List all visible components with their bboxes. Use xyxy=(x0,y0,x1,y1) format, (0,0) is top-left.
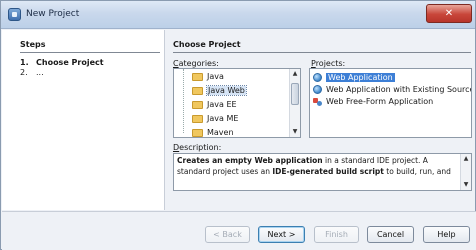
step-next: 2.... xyxy=(20,68,44,77)
folder-icon xyxy=(192,100,203,109)
folder-icon xyxy=(192,114,203,123)
netbeans-app-icon xyxy=(8,8,21,21)
panel-divider xyxy=(173,52,471,53)
globe-icon xyxy=(313,73,322,82)
description-area[interactable]: Creates an empty Web application in a st… xyxy=(173,153,472,191)
scroll-up-icon[interactable]: ▲ xyxy=(461,154,471,164)
step-label: Choose Project xyxy=(36,58,104,67)
cancel-button[interactable]: Cancel xyxy=(367,226,414,243)
scroll-down-icon[interactable]: ▼ xyxy=(461,180,471,190)
description-label: Description: xyxy=(173,143,222,152)
folder-icon xyxy=(192,128,203,137)
scroll-down-icon[interactable]: ▼ xyxy=(290,127,300,137)
next-button[interactable]: Next > xyxy=(258,226,305,243)
window-title: New Project xyxy=(26,9,80,19)
scroll-up-icon[interactable]: ▲ xyxy=(290,69,300,79)
categories-label: Categories: xyxy=(173,59,219,68)
step-number: 2. xyxy=(20,68,28,77)
category-item[interactable]: Maven xyxy=(178,126,234,137)
close-icon: ✕ xyxy=(444,8,454,19)
step-number: 1. xyxy=(20,58,29,67)
panel-title: Choose Project xyxy=(173,40,241,49)
projects-list[interactable]: Web Application Web Application with Exi… xyxy=(309,68,472,138)
step-label: ... xyxy=(36,68,44,77)
category-item[interactable]: Java ME xyxy=(178,112,238,126)
categories-tree[interactable]: Java Java Web Java EE Java ME Maven ▲ ▼ xyxy=(173,68,301,138)
back-button[interactable]: < Back xyxy=(205,226,250,243)
folder-icon xyxy=(192,86,203,95)
new-project-dialog: New Project ✕ Steps 1. Choose Project 2..… xyxy=(0,0,476,250)
category-item[interactable]: Java EE xyxy=(178,98,237,112)
scroll-thumb[interactable] xyxy=(291,83,299,105)
categories-scrollbar[interactable]: ▲ ▼ xyxy=(289,69,300,137)
steps-panel: Steps 1. Choose Project 2.... xyxy=(2,30,165,210)
project-item-selected[interactable]: Web Application xyxy=(313,72,395,84)
folder-icon xyxy=(192,72,203,81)
step-choose-project: 1. Choose Project xyxy=(20,58,104,67)
finish-button[interactable]: Finish xyxy=(314,226,359,243)
steps-title: Steps xyxy=(20,40,46,49)
category-item-selected[interactable]: Java Web xyxy=(178,84,247,98)
freeform-icon xyxy=(313,97,322,106)
close-button[interactable]: ✕ xyxy=(426,4,472,23)
description-scrollbar[interactable]: ▲ ▼ xyxy=(460,154,471,190)
steps-divider xyxy=(20,52,160,53)
globe-icon xyxy=(313,85,322,94)
projects-label: Projects: xyxy=(311,59,346,68)
project-item[interactable]: Web Application with Existing Sources xyxy=(313,84,471,96)
help-button[interactable]: Help xyxy=(423,226,470,243)
description-text: Creates an empty Web application in a st… xyxy=(177,156,451,176)
project-item[interactable]: Web Free-Form Application xyxy=(313,96,433,108)
title-bar[interactable]: New Project ✕ xyxy=(1,1,475,29)
category-item[interactable]: Java xyxy=(178,70,224,84)
